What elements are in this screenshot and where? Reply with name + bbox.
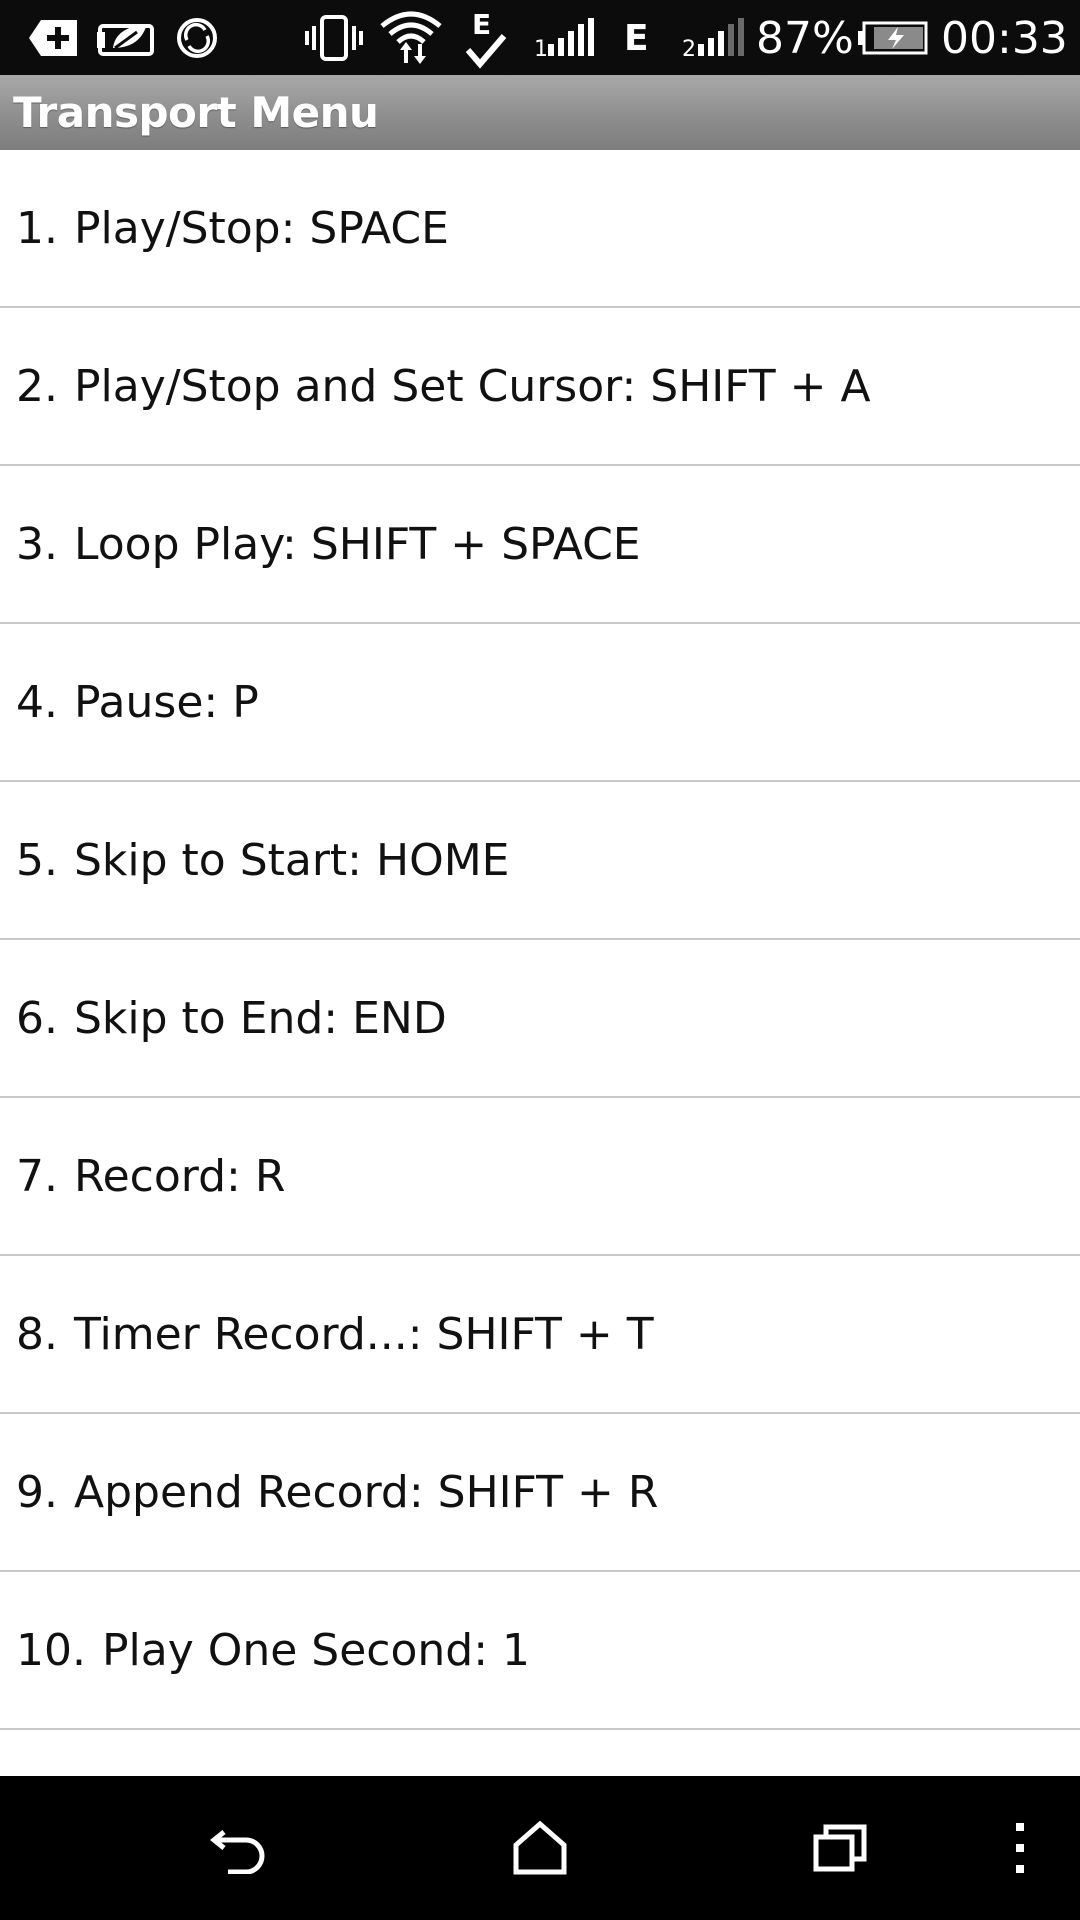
page-title: Transport Menu xyxy=(13,88,379,137)
network-type-label: E xyxy=(624,18,649,59)
item-label: Loop Play: SHIFT + SPACE xyxy=(73,518,641,570)
navigation-bar xyxy=(0,1776,1080,1920)
item-number: 5. xyxy=(16,834,58,886)
data-check-icon: E xyxy=(464,0,508,75)
svg-text:1: 1 xyxy=(534,37,548,58)
back-button[interactable] xyxy=(190,1776,290,1920)
item-label: Skip to End: END xyxy=(73,992,447,1044)
list-item[interactable]: 1. Play/Stop: SPACE xyxy=(0,150,1080,308)
list-item[interactable]: 3. Loop Play: SHIFT + SPACE xyxy=(0,466,1080,624)
item-label: Append Record: SHIFT + R xyxy=(73,1466,659,1518)
battery-charging-icon xyxy=(858,0,928,75)
list-item[interactable]: 9. Append Record: SHIFT + R xyxy=(0,1414,1080,1572)
item-label: Record: R xyxy=(73,1150,286,1202)
item-label: Skip to Start: HOME xyxy=(73,834,510,886)
sync-circle-icon xyxy=(174,0,220,75)
item-number: 6. xyxy=(16,992,58,1044)
item-label: Play/Stop and Set Cursor: SHIFT + A xyxy=(73,360,871,412)
wifi-icon xyxy=(378,0,444,75)
clock: 00:33 xyxy=(941,13,1068,64)
list-item[interactable]: 6. Skip to End: END xyxy=(0,940,1080,1098)
recent-apps-button[interactable] xyxy=(790,1776,890,1920)
list-item[interactable]: 4. Pause: P xyxy=(0,624,1080,782)
svg-text:2: 2 xyxy=(682,37,696,58)
home-icon xyxy=(513,1821,567,1875)
svg-text:E: E xyxy=(472,8,491,41)
back-icon xyxy=(210,1830,265,1874)
status-bar: E 1 E 2 87% 00:33 xyxy=(0,0,1080,75)
list-item[interactable]: 2. Play/Stop and Set Cursor: SHIFT + A xyxy=(0,308,1080,466)
menu-list: 1. Play/Stop: SPACE 2. Play/Stop and Set C… xyxy=(0,150,1080,1776)
item-number: 9. xyxy=(16,1466,58,1518)
item-number: 10. xyxy=(16,1624,86,1676)
recent-apps-icon xyxy=(813,1824,867,1872)
item-label: Play One Second: 1 xyxy=(101,1624,531,1676)
item-number: 1. xyxy=(16,202,58,254)
phone-screen: E 1 E 2 87% 00:33 Transport Menu 1. Play… xyxy=(0,0,1080,1920)
list-item[interactable]: 8. Timer Record...: SHIFT + T xyxy=(0,1256,1080,1414)
item-number: 8. xyxy=(16,1308,58,1360)
title-bar: Transport Menu xyxy=(0,75,1080,150)
item-label: Pause: P xyxy=(73,676,259,728)
overflow-menu-icon xyxy=(1016,1823,1024,1873)
leaf-card-icon xyxy=(96,0,158,75)
vibrate-icon xyxy=(304,0,364,75)
item-number: 4. xyxy=(16,676,58,728)
list-item[interactable]: 10. Play One Second: 1 xyxy=(0,1572,1080,1730)
battery-percent: 87% xyxy=(756,13,854,64)
edge-signal-icon: 2 xyxy=(682,0,744,75)
list-item[interactable]: 5. Skip to Start: HOME xyxy=(0,782,1080,940)
item-label: Play/Stop: SPACE xyxy=(73,202,449,254)
overflow-menu-button[interactable] xyxy=(1000,1776,1040,1920)
signal-icon: 1 xyxy=(534,0,594,75)
item-label: Timer Record...: SHIFT + T xyxy=(73,1308,654,1360)
add-box-icon xyxy=(26,0,82,75)
item-number: 7. xyxy=(16,1150,58,1202)
home-button[interactable] xyxy=(490,1776,590,1920)
list-item[interactable]: 7. Record: R xyxy=(0,1098,1080,1256)
item-number: 3. xyxy=(16,518,58,570)
item-number: 2. xyxy=(16,360,58,412)
